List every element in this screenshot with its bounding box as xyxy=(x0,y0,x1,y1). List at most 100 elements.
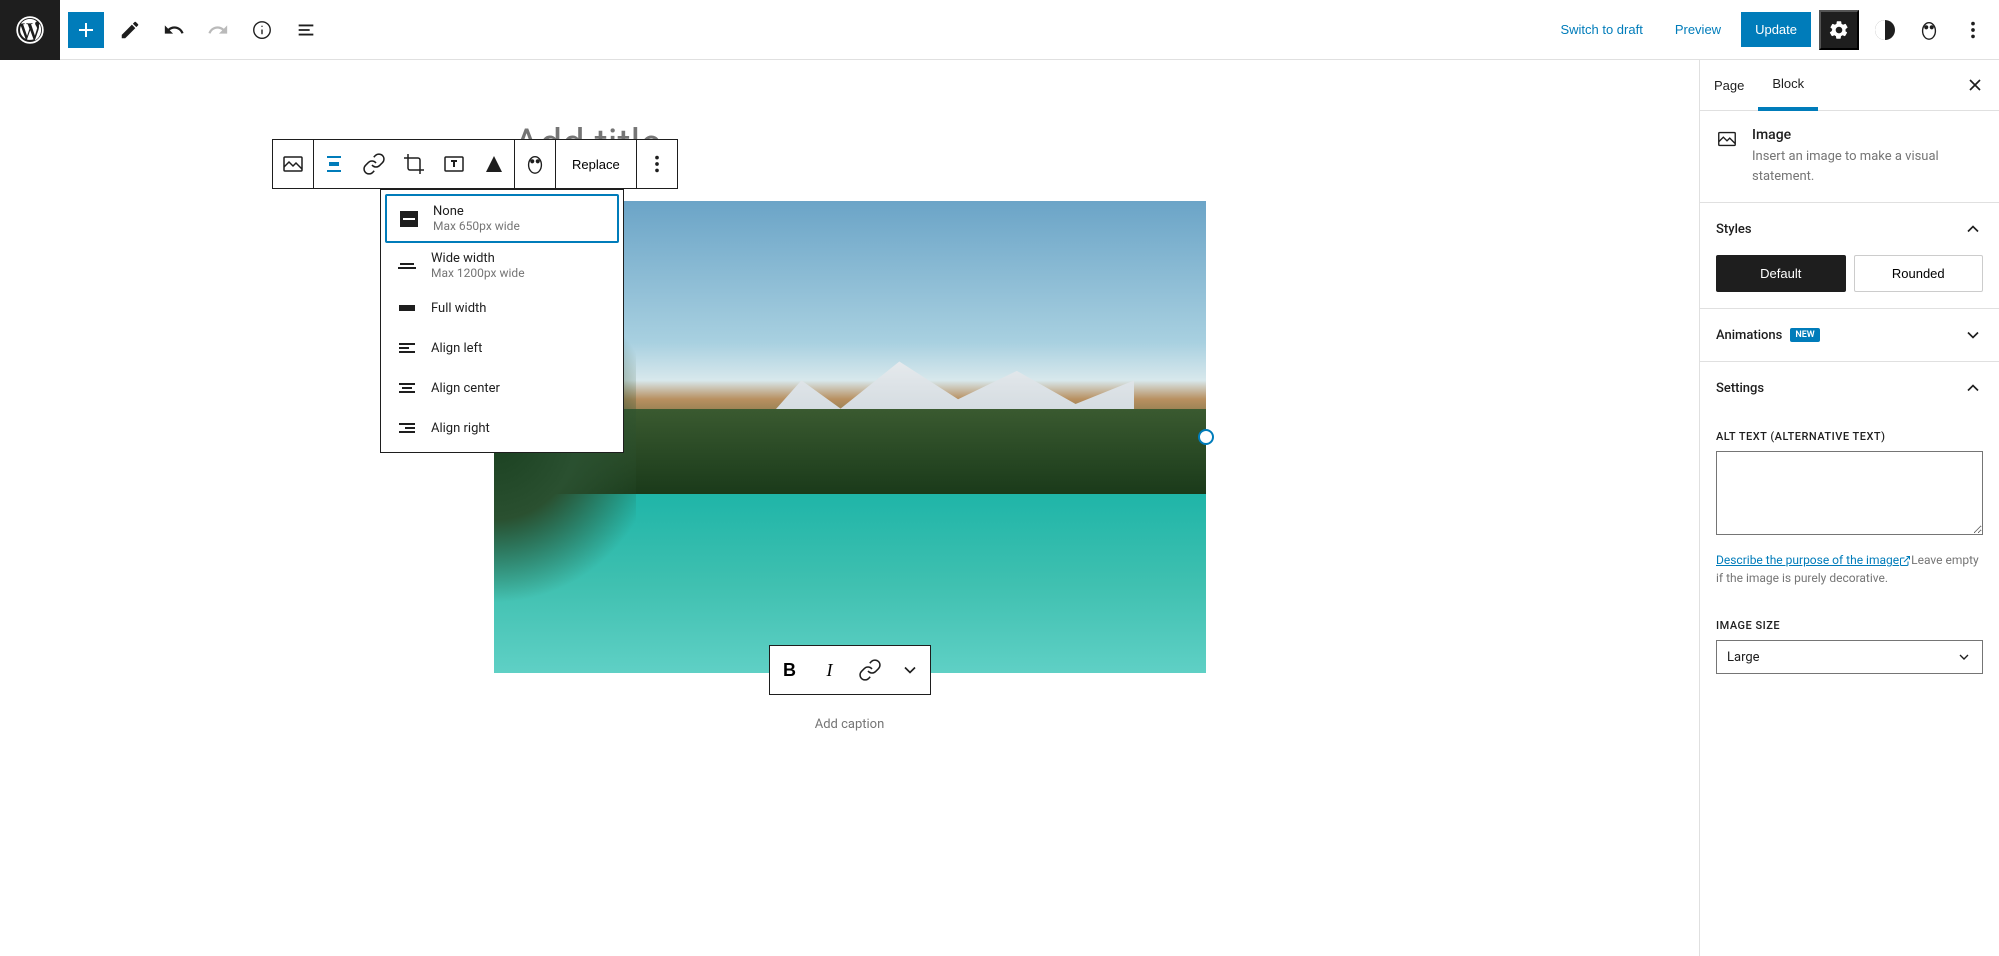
image-size-select[interactable]: Large xyxy=(1716,640,1983,674)
alt-text-input[interactable] xyxy=(1716,451,1983,535)
align-option-sublabel: Max 1200px wide xyxy=(431,266,525,280)
chevron-up-icon xyxy=(1963,219,1983,239)
wordpress-icon xyxy=(16,16,44,44)
align-left-icon xyxy=(395,336,419,360)
align-option-label: Align right xyxy=(431,421,490,436)
seo-button[interactable] xyxy=(515,140,555,188)
align-button[interactable] xyxy=(314,140,354,188)
tab-page[interactable]: Page xyxy=(1700,60,1758,110)
redo-icon xyxy=(207,19,229,41)
info-icon xyxy=(251,19,273,41)
plugin-button[interactable] xyxy=(1911,12,1947,48)
tools-button[interactable] xyxy=(112,12,148,48)
resize-handle[interactable] xyxy=(1198,429,1214,445)
chevron-down-icon xyxy=(1963,325,1983,345)
outline-button[interactable] xyxy=(288,12,324,48)
redo-button[interactable] xyxy=(200,12,236,48)
link-icon xyxy=(858,658,882,682)
align-full-icon xyxy=(395,296,419,320)
duotone-icon xyxy=(482,152,506,176)
text-overlay-icon xyxy=(442,152,466,176)
align-center-icon xyxy=(395,376,419,400)
penguin-icon xyxy=(1918,19,1940,41)
update-button[interactable]: Update xyxy=(1741,12,1811,47)
link-button[interactable] xyxy=(354,140,394,188)
alt-text-label: ALT TEXT (ALTERNATIVE TEXT) xyxy=(1716,430,1983,443)
align-option-wide[interactable]: Wide width Max 1200px wide xyxy=(385,243,619,288)
sidebar-tabs: Page Block xyxy=(1700,60,1999,111)
chevron-up-icon xyxy=(1963,378,1983,398)
block-type-title: Image xyxy=(1752,127,1983,143)
caption-more-button[interactable] xyxy=(890,646,930,694)
align-option-label: Align left xyxy=(431,341,482,356)
add-block-button[interactable] xyxy=(68,12,104,48)
chevron-down-icon xyxy=(900,660,920,680)
preview-button[interactable]: Preview xyxy=(1663,14,1733,45)
animations-panel-header[interactable]: Animations NEW xyxy=(1700,309,1999,361)
editor-canvas: Add title xyxy=(0,60,1699,956)
block-more-button[interactable] xyxy=(637,140,677,188)
crop-button[interactable] xyxy=(394,140,434,188)
styles-panel-title: Styles xyxy=(1716,222,1752,237)
settings-sidebar: Page Block Image Insert an image to make… xyxy=(1699,60,1999,956)
replace-button[interactable]: Replace xyxy=(556,140,636,188)
close-icon xyxy=(1965,75,1985,95)
image-icon xyxy=(281,152,305,176)
align-option-right[interactable]: Align right xyxy=(385,408,619,448)
crop-icon xyxy=(402,152,426,176)
more-vertical-icon xyxy=(1962,19,1984,41)
close-sidebar-button[interactable] xyxy=(1963,73,1987,97)
image-size-value: Large xyxy=(1727,650,1760,665)
align-none-icon xyxy=(322,152,346,176)
topbar: Switch to draft Preview Update xyxy=(0,0,1999,60)
jetpack-button[interactable] xyxy=(1867,12,1903,48)
pencil-icon xyxy=(119,19,141,41)
styles-panel-header[interactable]: Styles xyxy=(1700,203,1999,255)
more-options-button[interactable] xyxy=(1955,12,1991,48)
align-right-icon xyxy=(395,416,419,440)
align-option-left[interactable]: Align left xyxy=(385,328,619,368)
list-icon xyxy=(295,19,317,41)
align-none-icon xyxy=(397,207,421,231)
details-button[interactable] xyxy=(244,12,280,48)
align-option-label: None xyxy=(433,204,520,219)
gear-icon xyxy=(1828,19,1850,41)
block-toolbar: None Max 650px wide Wide width Max 1200p… xyxy=(272,139,678,189)
tab-block[interactable]: Block xyxy=(1758,60,1818,111)
block-type-description: Insert an image to make a visual stateme… xyxy=(1752,147,1983,186)
settings-button[interactable] xyxy=(1819,10,1859,50)
penguin-icon xyxy=(524,153,546,175)
new-badge: NEW xyxy=(1790,328,1819,342)
duotone-button[interactable] xyxy=(474,140,514,188)
align-option-none[interactable]: None Max 650px wide xyxy=(385,194,619,243)
text-overlay-button[interactable] xyxy=(434,140,474,188)
chevron-down-icon xyxy=(1956,649,1972,665)
style-default-button[interactable]: Default xyxy=(1716,255,1846,292)
caption-input[interactable]: Add caption xyxy=(815,717,885,732)
caption-link-button[interactable] xyxy=(850,646,890,694)
block-type-button[interactable] xyxy=(273,140,313,188)
switch-to-draft-button[interactable]: Switch to draft xyxy=(1548,14,1654,45)
undo-button[interactable] xyxy=(156,12,192,48)
bold-button[interactable]: B xyxy=(770,646,810,694)
animations-panel-title: Animations xyxy=(1716,328,1782,343)
external-link-icon xyxy=(1899,555,1911,567)
contrast-icon xyxy=(1873,18,1897,42)
align-option-label: Wide width xyxy=(431,251,525,266)
image-size-label: IMAGE SIZE xyxy=(1716,619,1983,632)
plus-icon xyxy=(74,18,98,42)
wordpress-logo[interactable] xyxy=(0,0,60,60)
align-option-full[interactable]: Full width xyxy=(385,288,619,328)
settings-panel-header[interactable]: Settings xyxy=(1700,362,1999,414)
italic-button[interactable]: I xyxy=(810,646,850,694)
caption-toolbar: B I xyxy=(769,645,931,695)
alt-text-help: Describe the purpose of the imageLeave e… xyxy=(1700,551,1999,603)
alt-text-help-link[interactable]: Describe the purpose of the image xyxy=(1716,553,1899,567)
link-icon xyxy=(362,152,386,176)
align-option-center[interactable]: Align center xyxy=(385,368,619,408)
undo-icon xyxy=(163,19,185,41)
image-icon xyxy=(1716,127,1738,151)
align-dropdown: None Max 650px wide Wide width Max 1200p… xyxy=(380,189,624,453)
align-wide-icon xyxy=(395,254,419,278)
style-rounded-button[interactable]: Rounded xyxy=(1854,255,1984,292)
